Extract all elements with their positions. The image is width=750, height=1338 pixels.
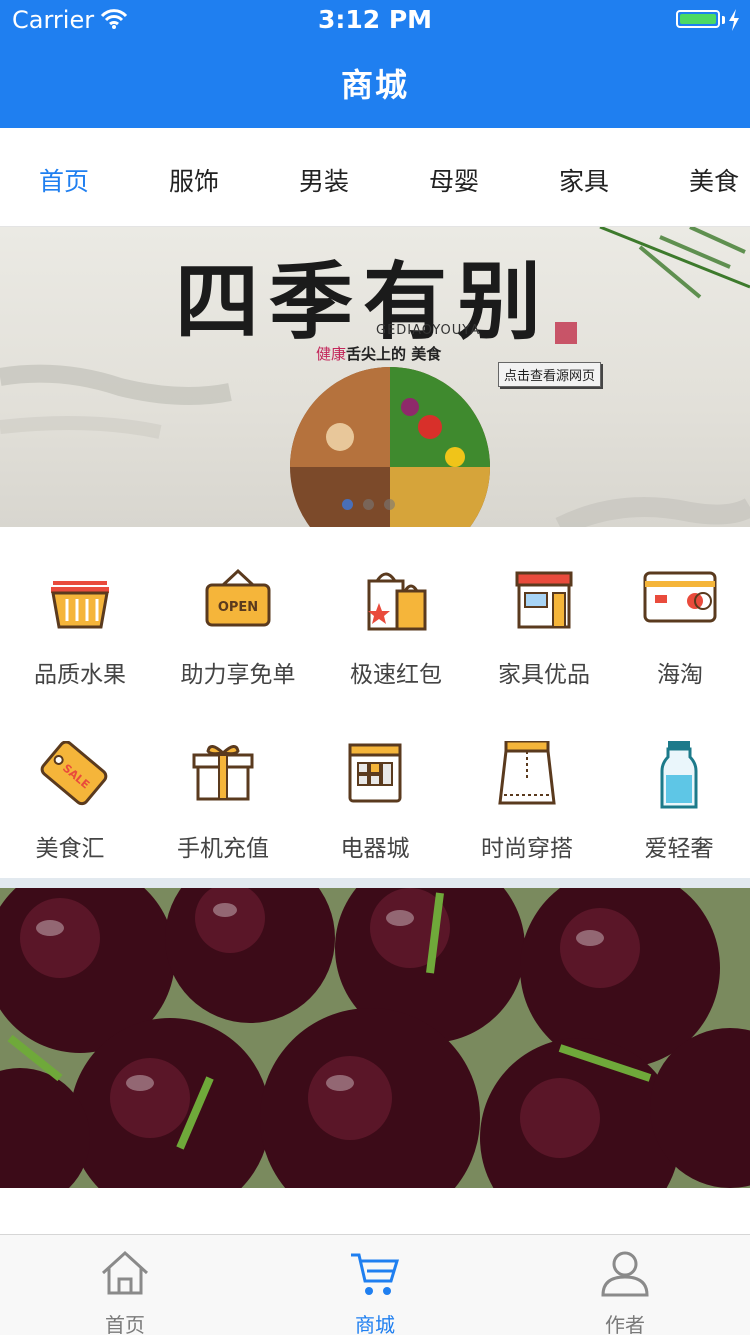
sale-tag-icon: SALE [40, 741, 108, 806]
carousel-dot[interactable] [363, 499, 374, 510]
svg-text:OPEN: OPEN [218, 600, 258, 615]
banner-slogan: 健康舌尖上的 美食 [316, 343, 441, 364]
open-sign-icon: OPEN [205, 568, 271, 627]
tabbar-item-mall[interactable]: 商城 [250, 1235, 500, 1337]
section-divider [0, 878, 750, 888]
basket-icon [51, 581, 109, 629]
tabbar-item-home[interactable]: 首页 [0, 1235, 250, 1337]
shopping-bag-icon [367, 572, 427, 631]
battery-tip [722, 16, 725, 24]
bottom-tab-bar: 首页 商城 作者 [0, 1234, 750, 1337]
tab-food[interactable]: 美食 [659, 162, 750, 198]
charging-bolt-icon [729, 9, 739, 31]
banner-view-button[interactable]: 点击查看源网页 [498, 362, 602, 387]
user-icon [601, 1251, 649, 1297]
carousel-dot[interactable] [342, 499, 353, 510]
grid-label: 电器城 [340, 836, 410, 862]
banner-subtitle: GEDIAOYOUYA [376, 323, 481, 338]
page-title: 商城 [340, 66, 409, 104]
product-image-cherries[interactable] [0, 888, 750, 1188]
home-icon [101, 1250, 149, 1295]
grid-label: 手机充值 [177, 836, 269, 862]
grid-label: 极速红包 [350, 662, 442, 688]
status-bar: Carrier 3:12 PM [0, 0, 750, 40]
banner-carousel[interactable]: 四季有别 GEDIAOYOUYA 健康舌尖上的 美食 点击查看源网页 [0, 227, 750, 527]
tab-clothing[interactable]: 服饰 [139, 162, 249, 198]
grid-label: 品质水果 [34, 662, 126, 688]
category-tabs: 首页 服饰 男装 母婴 家具 美食 [0, 128, 750, 227]
grid-label: 爱轻奢 [644, 836, 714, 862]
top-bar: Carrier 3:12 PM 商城 [0, 0, 750, 128]
grid-label: 助力享免单 [180, 662, 296, 688]
tab-baby[interactable]: 母婴 [399, 162, 509, 198]
grid-label: 美食汇 [35, 836, 105, 862]
banner-title: 四季有别 [175, 252, 552, 351]
credit-card-icon [643, 571, 717, 623]
cherries-illustration [0, 888, 750, 1188]
milk-bottle-icon [660, 741, 698, 809]
grid-label: 时尚穿搭 [481, 836, 573, 862]
slogan-rest: 舌尖上的 美食 [346, 345, 442, 363]
carousel-dots [342, 495, 405, 514]
skirt-icon [498, 741, 556, 805]
store-icon [515, 571, 573, 629]
cart-icon [351, 1253, 400, 1295]
grid-label: 海淘 [657, 662, 703, 688]
battery-icon [676, 10, 720, 28]
gift-box-icon [192, 745, 254, 801]
tab-home[interactable]: 首页 [9, 162, 119, 198]
carousel-dot[interactable] [384, 499, 395, 510]
tab-menswear[interactable]: 男装 [269, 162, 379, 198]
status-time: 3:12 PM [317, 5, 433, 34]
slogan-highlight: 健康 [316, 345, 347, 363]
tabbar-item-author[interactable]: 作者 [500, 1235, 750, 1337]
tab-furniture[interactable]: 家具 [529, 162, 639, 198]
calculator-icon [348, 743, 402, 803]
